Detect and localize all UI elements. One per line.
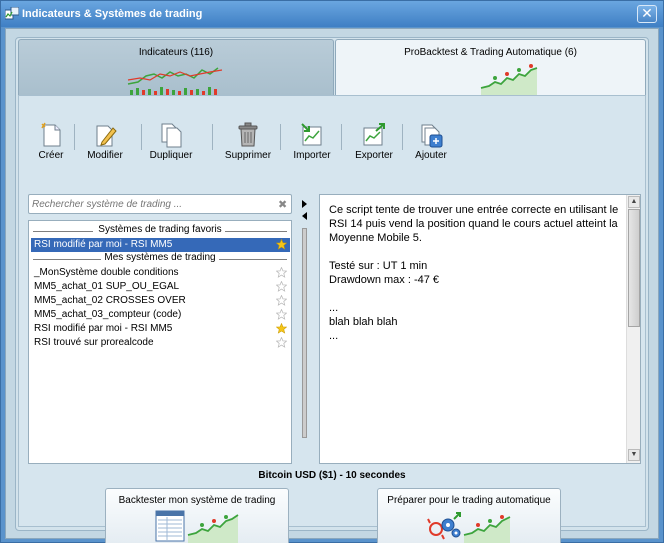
list-item[interactable]: RSI modifié par moi - RSI MM5 (31, 322, 290, 336)
instrument-status: Bitcoin USD ($1) - 10 secondes (258, 470, 406, 481)
favorite-star-icon[interactable] (276, 323, 287, 334)
automatic-trading-button[interactable]: Préparer pour le trading automatique (377, 488, 561, 543)
scroll-up-icon[interactable]: ▲ (628, 196, 640, 208)
description-scrollbar[interactable]: ▲ ▼ (626, 195, 640, 463)
list-item-label: MM5_achat_03_compteur (code) (34, 309, 182, 320)
list-item-label: _MonSystème double conditions (34, 267, 179, 278)
scroll-down-icon[interactable]: ▼ (628, 449, 640, 461)
create-button[interactable]: Créer (33, 122, 69, 162)
clear-search-icon[interactable]: ✖ (278, 198, 287, 211)
collapse-arrows-icon[interactable] (300, 198, 310, 222)
list-item-label: RSI modifié par moi - RSI MM5 (34, 239, 173, 250)
star-outline-icon[interactable] (276, 309, 287, 320)
list-item[interactable]: _MonSystème double conditions (31, 266, 290, 280)
list-item[interactable]: RSI trouvé sur prorealcode (31, 336, 290, 350)
favorites-header: Systèmes de trading favoris (29, 224, 291, 237)
list-item-label: MM5_achat_02 CROSSES OVER (34, 295, 186, 306)
backtest-report-icon (155, 510, 239, 543)
duplicate-icon (161, 123, 182, 148)
window-title: Indicateurs & Systèmes de trading (22, 8, 203, 20)
import-button-label: Importer (293, 150, 331, 161)
toolbar-separator (341, 124, 342, 150)
automation-gears-icon (427, 512, 511, 543)
trading-systems-list: Systèmes de trading favoris RSI modifié … (28, 220, 292, 464)
tab-indicateurs-label: Indicateurs (116) (138, 47, 214, 58)
add-button[interactable]: Ajouter (413, 122, 449, 162)
export-button[interactable]: Exporter (351, 122, 397, 162)
create-button-label: Créer (38, 150, 64, 161)
duplicate-button-label: Dupliquer (149, 150, 193, 161)
add-icon (421, 124, 443, 148)
star-outline-icon[interactable] (276, 281, 287, 292)
tab-content: Créer Modifier Dupliquer Supprimer Impor… (18, 95, 646, 543)
tab-probacktest-label: ProBacktest & Trading Automatique (6) (404, 47, 577, 58)
delete-button[interactable]: Supprimer (221, 122, 275, 162)
indicator-chart-icon (127, 67, 223, 96)
my-systems-header-label: Mes systèmes de trading (101, 252, 219, 263)
trash-can-icon (238, 122, 258, 147)
modify-button[interactable]: Modifier (85, 122, 125, 162)
list-item-label: MM5_achat_01 SUP_OU_EGAL (34, 281, 180, 292)
toolbar-separator (402, 124, 403, 150)
delete-button-label: Supprimer (224, 150, 272, 161)
toolbar-separator (212, 124, 213, 150)
export-icon (363, 123, 385, 146)
import-icon (301, 123, 322, 146)
chart-windows-icon (5, 7, 19, 20)
panel-splitter[interactable] (300, 198, 310, 464)
automatic-trading-button-label: Préparer pour le trading automatique (387, 495, 551, 506)
list-item[interactable]: RSI modifié par moi - RSI MM5 (31, 238, 290, 252)
list-item-label: RSI trouvé sur prorealcode (34, 337, 154, 348)
backtest-button[interactable]: Backtester mon système de trading (105, 488, 289, 543)
star-outline-icon[interactable] (276, 295, 287, 306)
new-document-icon (41, 122, 61, 147)
edit-pencil-icon (96, 125, 117, 147)
star-outline-icon[interactable] (276, 267, 287, 278)
backtest-chart-icon (480, 64, 537, 96)
export-button-label: Exporter (355, 150, 393, 161)
toolbar-separator (74, 124, 75, 150)
toolbar-separator (280, 124, 281, 150)
star-outline-icon[interactable] (276, 337, 287, 348)
toolbar-separator (141, 124, 142, 150)
favorite-star-icon[interactable] (276, 239, 287, 250)
add-button-label: Ajouter (415, 150, 447, 161)
backtest-button-label: Backtester mon système de trading (118, 495, 276, 506)
duplicate-button[interactable]: Dupliquer (147, 122, 195, 162)
my-systems-header: Mes systèmes de trading (29, 252, 291, 265)
list-item[interactable]: MM5_achat_01 SUP_OU_EGAL (31, 280, 290, 294)
tab-indicateurs[interactable]: Indicateurs (116) (18, 39, 334, 96)
import-button[interactable]: Importer (290, 122, 334, 162)
client-area: Indicateurs (116) ProBacktest & Trading … (5, 28, 659, 543)
close-button[interactable]: ✕ (637, 5, 657, 23)
modify-button-label: Modifier (87, 150, 123, 161)
list-item-label: RSI modifié par moi - RSI MM5 (34, 323, 173, 334)
search-input[interactable] (32, 197, 272, 212)
favorites-header-label: Systèmes de trading favoris (95, 224, 225, 235)
splitter-handle[interactable] (302, 228, 307, 438)
list-item[interactable]: MM5_achat_02 CROSSES OVER (31, 294, 290, 308)
search-box: ✖ (28, 194, 292, 214)
description-panel: Ce script tente de trouver une entrée co… (319, 194, 641, 464)
description-text: Ce script tente de trouver une entrée co… (329, 204, 619, 342)
main-panel: Indicateurs (116) ProBacktest & Trading … (15, 37, 649, 543)
tab-probacktest[interactable]: ProBacktest & Trading Automatique (6) (335, 39, 646, 97)
title-bar[interactable]: Indicateurs & Systèmes de trading ✕ (1, 1, 663, 27)
scrollbar-thumb[interactable] (628, 209, 640, 327)
app-window: Indicateurs & Systèmes de trading ✕ Indi… (0, 0, 664, 543)
list-item[interactable]: MM5_achat_03_compteur (code) (31, 308, 290, 322)
